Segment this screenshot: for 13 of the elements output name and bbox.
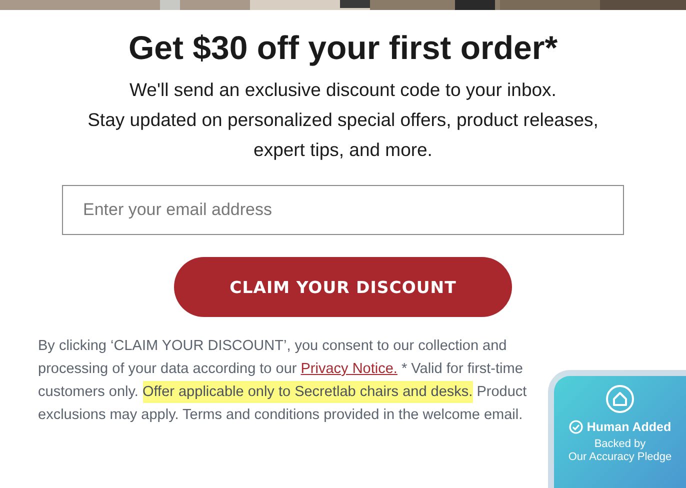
claim-button[interactable]: CLAIM YOUR DISCOUNT	[174, 257, 512, 317]
subtitle-line: Stay updated on personalized special offers, product releases,	[88, 108, 598, 132]
badge-text: Our Accuracy Pledge	[568, 451, 672, 464]
email-field[interactable]: Enter your email address	[62, 185, 624, 235]
check-icon	[568, 420, 583, 434]
badge-title: Human Added	[586, 420, 672, 434]
subtitle-line: expert tips, and more.	[252, 138, 434, 162]
badge-text: Backed by	[594, 438, 646, 451]
house-icon	[605, 384, 635, 414]
headline: Get $30 off your first order*	[128, 29, 558, 67]
subtitle-line: We'll send an exclusive discount code to your inbox.	[128, 78, 558, 102]
disclaimer-text: By clicking ‘CLAIM YOUR DISCOUNT’, you consent to our collection and processing of your data according to our Privacy Notice. * Valid for first-time customers only. Offer applicable only to Secretlab chairs and desks. Product exclusions may apply. Terms and conditions provided in the welcome email.	[38, 337, 528, 425]
privacy-link[interactable]: Privacy Notice.	[300, 361, 398, 377]
